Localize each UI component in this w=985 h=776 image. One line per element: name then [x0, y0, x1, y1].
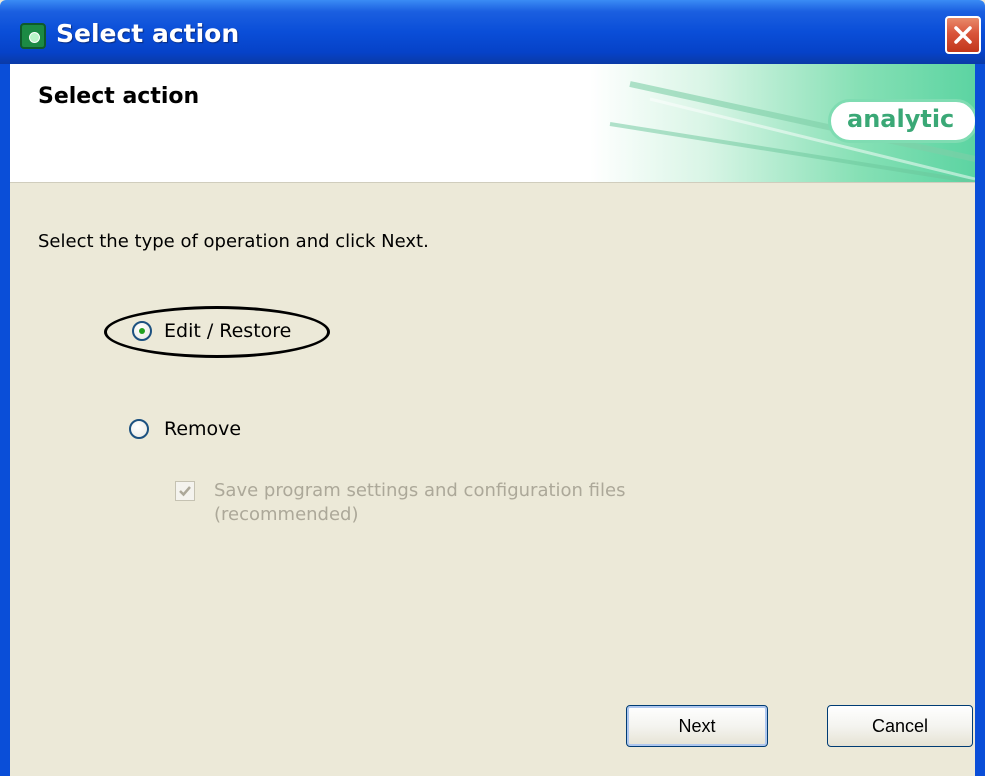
- checkmark-icon: [179, 486, 191, 497]
- app-icon: [20, 23, 46, 49]
- option-label-edit-restore[interactable]: Edit / Restore: [164, 320, 291, 342]
- save-settings-label-line1: Save program settings and configuration …: [214, 480, 626, 501]
- window-frame-right: [975, 64, 985, 776]
- option-label-remove[interactable]: Remove: [164, 418, 241, 440]
- close-icon: [954, 26, 972, 44]
- radio-edit-restore[interactable]: [132, 321, 152, 341]
- window-title: Select action: [56, 19, 240, 48]
- wizard-header: Select action analytic: [10, 64, 975, 182]
- save-settings-checkbox[interactable]: [175, 481, 195, 501]
- save-settings-label: Save program settings and configuration …: [214, 479, 625, 527]
- window-frame-left: [0, 64, 10, 776]
- next-button[interactable]: Next: [626, 705, 768, 747]
- page-title: Select action: [38, 84, 200, 109]
- radio-remove[interactable]: [129, 419, 149, 439]
- save-settings-label-line2: (recommended): [214, 504, 359, 525]
- cancel-button[interactable]: Cancel: [827, 705, 973, 747]
- title-bar: Select action: [0, 0, 985, 64]
- instruction-text: Select the type of operation and click N…: [38, 231, 429, 252]
- header-divider: [10, 182, 975, 183]
- close-button[interactable]: [945, 16, 981, 54]
- brand-logo: analytic: [828, 99, 975, 143]
